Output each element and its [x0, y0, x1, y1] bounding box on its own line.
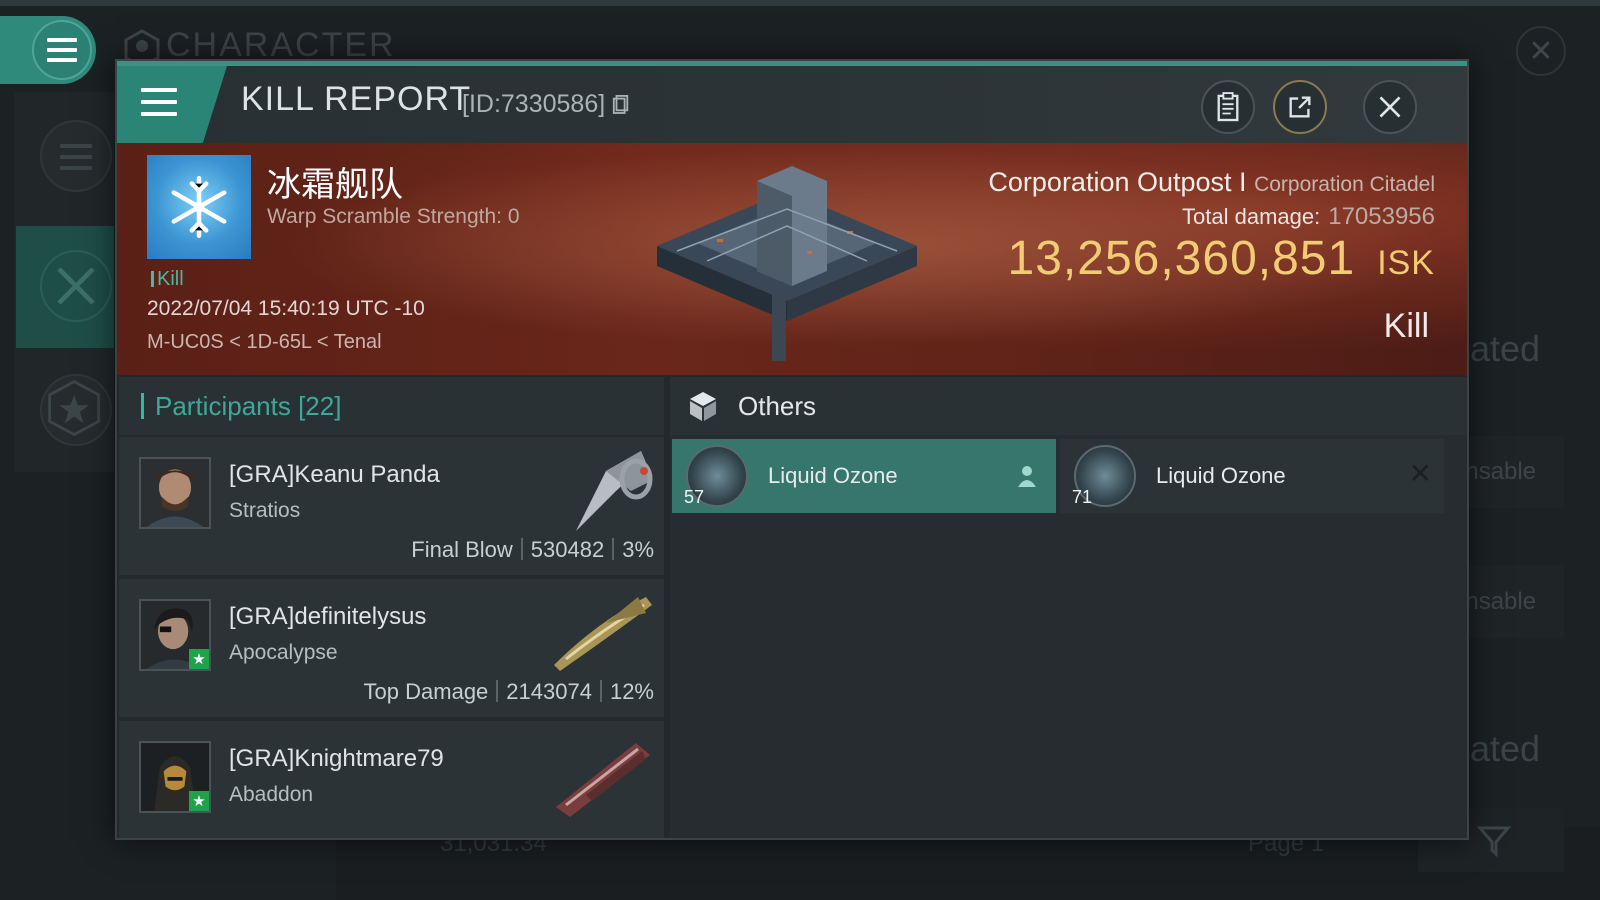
- kill-datetime: 2022/07/04 15:40:19 UTC -10: [147, 297, 425, 320]
- others-header: Others: [670, 377, 1467, 435]
- participants-header[interactable]: Participants [22]: [119, 377, 664, 435]
- participant-row[interactable]: ★ [GRA]Knightmare79 Abaddon: [119, 721, 664, 838]
- kill-report-modal: KILL REPORT [ID:7330586] 冰霜舰队 Warp Scram…: [115, 59, 1469, 840]
- victim-corporation-name: 冰霜舰队: [267, 165, 403, 205]
- background-sidebar-menu[interactable]: [40, 120, 112, 192]
- structure-render-image: [657, 166, 917, 361]
- kill-result: Kill: [1383, 307, 1429, 345]
- participant-ship: Stratios: [229, 499, 301, 522]
- copy-icon[interactable]: [612, 93, 630, 115]
- cube-icon: [690, 392, 716, 421]
- item-quantity: 71: [1072, 487, 1093, 507]
- avatar: [139, 457, 211, 529]
- participants-title: Participants [22]: [155, 391, 342, 421]
- crossed-swords-icon[interactable]: [40, 250, 112, 322]
- item-name: Liquid Ozone: [1156, 463, 1286, 488]
- modal-header: KILL REPORT [ID:7330586]: [117, 61, 1467, 143]
- total-damage: Total damage: 17053956: [1182, 203, 1435, 230]
- warp-scramble-strength: Warp Scramble Strength: 0: [267, 205, 520, 228]
- item-quantity: 57: [684, 487, 705, 507]
- ship-render-image: [556, 743, 650, 817]
- corporation-logo: [147, 155, 251, 259]
- participant-stats: Final Blow 530482 3%: [411, 537, 654, 562]
- participant-ship: Abaddon: [229, 783, 314, 806]
- clipboard-button[interactable]: [1201, 80, 1255, 134]
- background-top-bar: [0, 0, 1600, 6]
- background-close-icon[interactable]: ✕: [1516, 26, 1566, 76]
- hamburger-icon: [141, 88, 177, 116]
- avatar: ★: [139, 599, 211, 671]
- dropped-item[interactable]: 57 Liquid Ozone: [672, 439, 1056, 513]
- star-badge-icon[interactable]: [40, 374, 112, 446]
- ship-render-image: [576, 451, 653, 531]
- dropped-item[interactable]: 71 Liquid Ozone ✕: [1060, 439, 1444, 513]
- participants-panel: Participants [22] [GRA]Keanu Panda Strat…: [119, 377, 664, 838]
- clipboard-icon: [1217, 92, 1239, 122]
- target-name: Corporation Outpost I Corporation Citade…: [988, 167, 1435, 197]
- snowflake-icon: [171, 175, 227, 239]
- ship-render-image: [554, 597, 652, 671]
- kill-location: M-UC0S < 1D-65L < Tenal: [147, 331, 382, 353]
- close-icon: [1379, 96, 1401, 118]
- destroyed-icon: ✕: [1408, 458, 1432, 489]
- participant-row[interactable]: ★ [GRA]definitelysus Apocalypse Top Dama…: [119, 579, 664, 717]
- participant-name: [GRA]definitelysus: [229, 603, 427, 630]
- others-panel: Others 57 Liquid Ozone 71 Liquid Ozone ✕: [670, 377, 1467, 838]
- victim-summary: 冰霜舰队 Warp Scramble Strength: 0 Kill 2022…: [117, 143, 1467, 375]
- share-icon: [1289, 96, 1311, 118]
- star-icon: ★: [189, 791, 209, 811]
- participant-name: [GRA]Keanu Panda: [229, 461, 440, 488]
- participant-stats: Top Damage 2143074 12%: [363, 679, 654, 704]
- share-button[interactable]: [1273, 80, 1327, 134]
- background-menu-button[interactable]: [0, 16, 96, 84]
- modal-title: KILL REPORT: [241, 80, 472, 118]
- kill-tag: Kill: [151, 268, 184, 291]
- person-icon: [1018, 466, 1036, 487]
- hamburger-icon: [47, 38, 77, 62]
- participant-ship: Apocalypse: [229, 641, 338, 664]
- star-icon: ★: [189, 649, 209, 669]
- kill-report-id: [ID:7330586]: [462, 90, 630, 119]
- isk-value: 13,256,360,851 ISK: [1007, 232, 1435, 285]
- close-button[interactable]: [1363, 80, 1417, 134]
- modal-menu-button[interactable]: [117, 66, 227, 143]
- participant-name: [GRA]Knightmare79: [229, 745, 444, 772]
- participant-row[interactable]: [GRA]Keanu Panda Stratios Final Blow 5304…: [119, 437, 664, 575]
- avatar: ★: [139, 741, 211, 813]
- others-title: Others: [738, 391, 817, 421]
- item-name: Liquid Ozone: [768, 463, 898, 488]
